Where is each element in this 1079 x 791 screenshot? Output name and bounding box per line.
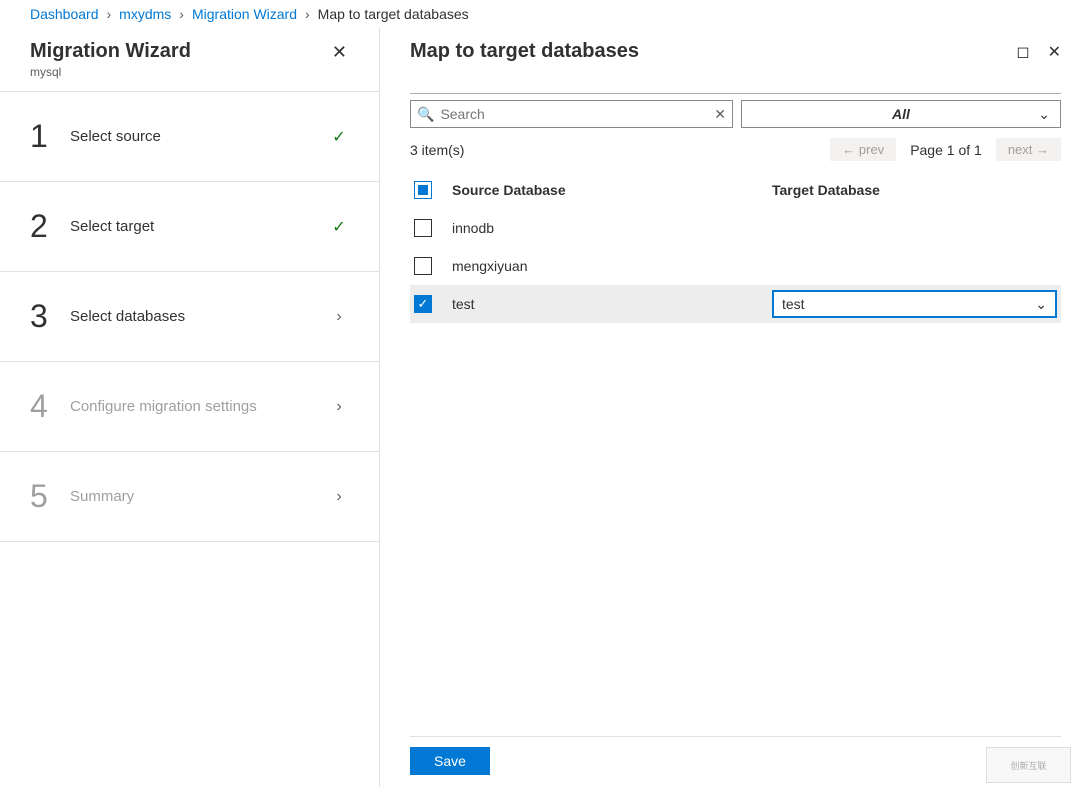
step-label: Select target bbox=[70, 218, 329, 235]
breadcrumb-current: Map to target databases bbox=[318, 6, 469, 22]
step-number: 2 bbox=[30, 208, 70, 245]
source-db-name: test bbox=[452, 296, 772, 312]
page-title: Map to target databases bbox=[410, 40, 639, 63]
wizard-step-select-target[interactable]: 2 Select target ✓ bbox=[0, 182, 379, 272]
step-number: 4 bbox=[30, 388, 70, 425]
breadcrumb-link[interactable]: mxydms bbox=[119, 6, 171, 22]
target-db-dropdown[interactable]: test ⌄ bbox=[772, 290, 1057, 318]
database-table: Source Database Target Database innodb m… bbox=[410, 171, 1061, 323]
close-icon[interactable]: ✕ bbox=[330, 40, 349, 65]
step-number: 3 bbox=[30, 298, 70, 335]
main-panel: Map to target databases ◻ ✕ 🔍 ✕ All ⌄ 3 … bbox=[380, 28, 1079, 787]
wizard-step-select-databases[interactable]: 3 Select databases › bbox=[0, 272, 379, 362]
table-row[interactable]: mengxiyuan bbox=[410, 247, 1061, 285]
chevron-right-icon: › bbox=[305, 6, 310, 22]
row-checkbox[interactable]: ✓ bbox=[414, 295, 432, 313]
search-input[interactable]: 🔍 ✕ bbox=[410, 100, 733, 128]
check-icon: ✓ bbox=[329, 127, 349, 147]
chevron-right-icon: › bbox=[107, 6, 112, 22]
row-checkbox[interactable] bbox=[414, 257, 432, 275]
step-label: Select databases bbox=[70, 308, 329, 325]
page-status: Page 1 of 1 bbox=[910, 142, 982, 158]
sidebar-subtitle: mysql bbox=[30, 65, 191, 79]
search-icon: 🔍 bbox=[417, 106, 434, 123]
chevron-down-icon: ⌄ bbox=[1035, 296, 1047, 313]
source-db-name: innodb bbox=[452, 220, 772, 236]
table-row[interactable]: ✓ test test ⌄ bbox=[410, 285, 1061, 323]
chevron-down-icon: ⌄ bbox=[1038, 106, 1050, 123]
select-all-checkbox[interactable] bbox=[414, 181, 432, 199]
check-icon: ✓ bbox=[329, 217, 349, 237]
clear-icon[interactable]: ✕ bbox=[714, 106, 726, 123]
chevron-right-icon: › bbox=[329, 308, 349, 326]
chevron-right-icon: › bbox=[179, 6, 184, 22]
wizard-sidebar: Migration Wizard mysql ✕ 1 Select source… bbox=[0, 28, 380, 787]
save-button[interactable]: Save bbox=[410, 747, 490, 775]
prev-button[interactable]: ← prev bbox=[830, 138, 896, 161]
wizard-step-configure-settings[interactable]: 4 Configure migration settings › bbox=[0, 362, 379, 452]
search-field[interactable] bbox=[440, 106, 714, 122]
chevron-right-icon: › bbox=[329, 398, 349, 416]
sidebar-title: Migration Wizard bbox=[30, 40, 191, 63]
filter-label: All bbox=[892, 106, 910, 122]
row-checkbox[interactable] bbox=[414, 219, 432, 237]
step-number: 1 bbox=[30, 118, 70, 155]
wizard-step-summary[interactable]: 5 Summary › bbox=[0, 452, 379, 542]
column-source: Source Database bbox=[452, 182, 772, 198]
breadcrumb-link[interactable]: Dashboard bbox=[30, 6, 99, 22]
restore-icon[interactable]: ◻ bbox=[1016, 42, 1029, 62]
close-icon[interactable]: ✕ bbox=[1048, 42, 1061, 62]
watermark-logo: 创新互联 bbox=[986, 747, 1071, 783]
breadcrumb-link[interactable]: Migration Wizard bbox=[192, 6, 297, 22]
table-row[interactable]: innodb bbox=[410, 209, 1061, 247]
source-db-name: mengxiyuan bbox=[452, 258, 772, 274]
step-label: Summary bbox=[70, 488, 329, 505]
step-number: 5 bbox=[30, 478, 70, 515]
breadcrumb: Dashboard › mxydms › Migration Wizard › … bbox=[0, 0, 1079, 28]
column-target: Target Database bbox=[772, 182, 1061, 198]
table-header: Source Database Target Database bbox=[410, 171, 1061, 209]
filter-dropdown[interactable]: All ⌄ bbox=[741, 100, 1061, 128]
wizard-step-select-source[interactable]: 1 Select source ✓ bbox=[0, 92, 379, 182]
step-label: Select source bbox=[70, 128, 329, 145]
chevron-right-icon: › bbox=[329, 488, 349, 506]
step-label: Configure migration settings bbox=[70, 398, 329, 415]
target-db-value: test bbox=[782, 296, 805, 312]
item-count: 3 item(s) bbox=[410, 142, 464, 158]
divider bbox=[410, 93, 1061, 94]
next-button[interactable]: next → bbox=[996, 138, 1061, 161]
